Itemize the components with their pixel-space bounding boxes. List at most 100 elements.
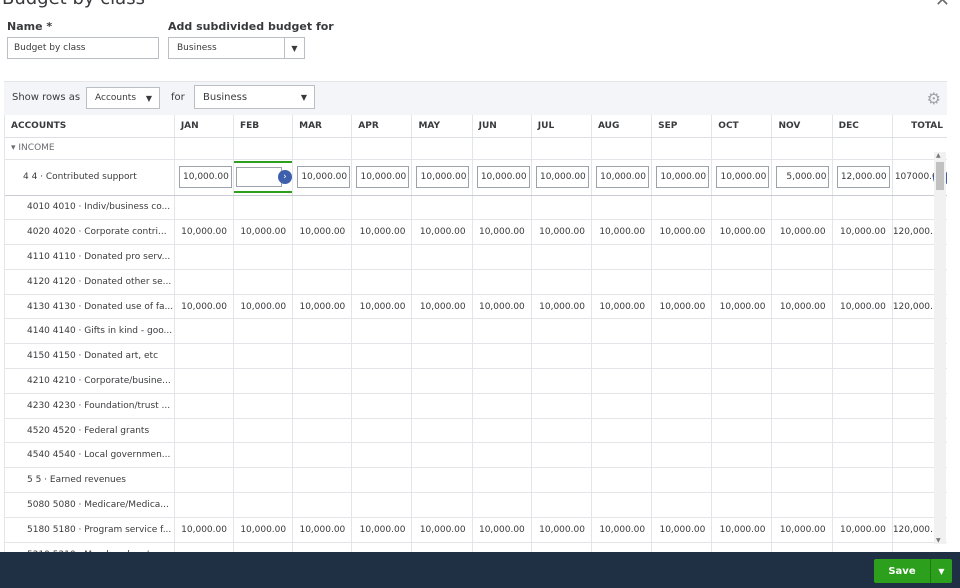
budget-cell[interactable]: 10,000.00 [651,517,713,543]
budget-cell[interactable] [472,343,532,370]
table-row[interactable]: 5210 5210 · Member dues/ass... [5,542,947,552]
budget-cell-input-feb[interactable]: › [233,161,292,193]
budget-cell[interactable] [472,393,532,419]
budget-cell[interactable] [832,343,893,370]
budget-cell[interactable] [591,368,653,394]
budget-cell[interactable] [771,318,833,345]
budget-cell[interactable] [233,269,294,295]
budget-cell[interactable] [591,467,653,494]
budget-cell[interactable] [292,418,353,444]
budget-cell[interactable] [292,343,353,370]
budget-cell[interactable] [233,343,294,370]
budget-cell[interactable] [651,492,713,518]
budget-cell[interactable] [351,343,413,370]
budget-cell[interactable] [591,492,653,518]
budget-cell[interactable] [174,368,234,394]
budget-cell-input-dec[interactable]: 12,000.00 [836,166,890,188]
budget-cell[interactable] [292,442,353,469]
budget-cell[interactable] [651,343,713,370]
budget-cell[interactable] [832,492,893,518]
budget-cell[interactable] [233,195,294,221]
budget-cell[interactable]: 10,000.00 [531,219,592,246]
budget-cell[interactable] [832,244,893,270]
budget-cell[interactable] [233,492,294,518]
budget-cell[interactable] [591,343,653,370]
budget-cell[interactable] [292,195,353,221]
table-row[interactable]: 4540 4540 · Local governmen... [5,442,947,469]
budget-cell[interactable] [351,467,413,494]
budget-cell[interactable]: 10,000.00 [531,517,592,543]
budget-cell[interactable] [351,418,413,444]
close-icon[interactable]: ✕ [935,0,950,11]
section-income-row[interactable]: ▾ INCOME [5,137,947,160]
budget-cell[interactable] [591,393,653,419]
budget-cell[interactable] [771,442,833,469]
budget-cell[interactable]: 10,000.00 [472,517,532,543]
budget-cell[interactable] [651,195,713,221]
budget-cell[interactable] [832,542,893,552]
budget-cell[interactable] [591,442,653,469]
budget-cell-input-sep[interactable]: 10,000.00 [656,166,710,188]
budget-cell[interactable] [292,269,353,295]
budget-cell[interactable] [351,195,413,221]
table-row[interactable]: 4110 4110 · Donated pro serv... [5,244,947,270]
budget-cell[interactable] [351,393,413,419]
budget-cell[interactable] [531,269,592,295]
budget-cell[interactable] [174,442,234,469]
budget-cell[interactable]: 10,000.00 [472,294,532,320]
budget-cell[interactable] [411,467,473,494]
budget-cell[interactable] [832,418,893,444]
budget-cell-input-jul[interactable]: 10,000.00 [535,166,589,188]
budget-cell[interactable] [174,244,234,270]
budget-cell[interactable] [531,368,592,394]
budget-cell[interactable] [472,467,532,494]
budget-cell[interactable] [411,492,473,518]
budget-cell[interactable] [711,393,773,419]
budget-cell[interactable] [351,244,413,270]
subdivide-select[interactable]: Business ▼ [168,37,305,59]
budget-cell-input-jun[interactable]: 10,000.00 [476,166,530,188]
budget-cell[interactable] [411,195,473,221]
budget-cell[interactable] [651,418,713,444]
for-select[interactable]: Business ▼ [194,85,315,109]
budget-cell[interactable] [174,393,234,419]
budget-cell[interactable]: 10,000.00 [174,517,234,543]
budget-cell[interactable] [832,269,893,295]
budget-cell[interactable] [411,343,473,370]
budget-cell[interactable] [351,542,413,552]
budget-cell[interactable] [292,542,353,552]
budget-cell[interactable] [771,343,833,370]
budget-cell[interactable] [711,368,773,394]
budget-cell-input-may[interactable]: 10,000.00 [416,166,470,188]
budget-cell[interactable] [233,393,294,419]
budget-cell[interactable] [472,368,532,394]
budget-cell[interactable] [292,244,353,270]
budget-cell[interactable] [411,368,473,394]
budget-cell[interactable] [591,542,653,552]
budget-cell[interactable]: 10,000.00 [832,517,893,543]
grid-scrollbar[interactable]: ▲ ▼ [934,152,946,544]
budget-cell[interactable] [351,318,413,345]
budget-cell[interactable] [711,542,773,552]
budget-cell[interactable] [771,269,833,295]
budget-cell[interactable] [591,418,653,444]
budget-cell[interactable] [174,542,234,552]
budget-cell[interactable] [472,269,532,295]
budget-cell[interactable] [711,343,773,370]
budget-cell[interactable]: 10,000.00 [233,219,294,246]
budget-cell[interactable]: 10,000.00 [531,294,592,320]
budget-cell[interactable] [233,244,294,270]
budget-cell[interactable] [771,244,833,270]
budget-cell[interactable] [233,418,294,444]
feb-value-input[interactable] [235,167,282,187]
budget-cell[interactable] [651,368,713,394]
budget-cell[interactable]: 10,000.00 [591,219,653,246]
budget-cell[interactable] [233,442,294,469]
budget-cell[interactable]: 10,000.00 [591,517,653,543]
budget-cell[interactable] [651,542,713,552]
budget-cell[interactable]: 10,000.00 [711,517,773,543]
chevron-down-icon[interactable]: ▼ [930,559,952,583]
section-income[interactable]: ▾ INCOME [5,137,175,160]
budget-cell[interactable] [591,318,653,345]
budget-cell[interactable]: 10,000.00 [411,219,473,246]
